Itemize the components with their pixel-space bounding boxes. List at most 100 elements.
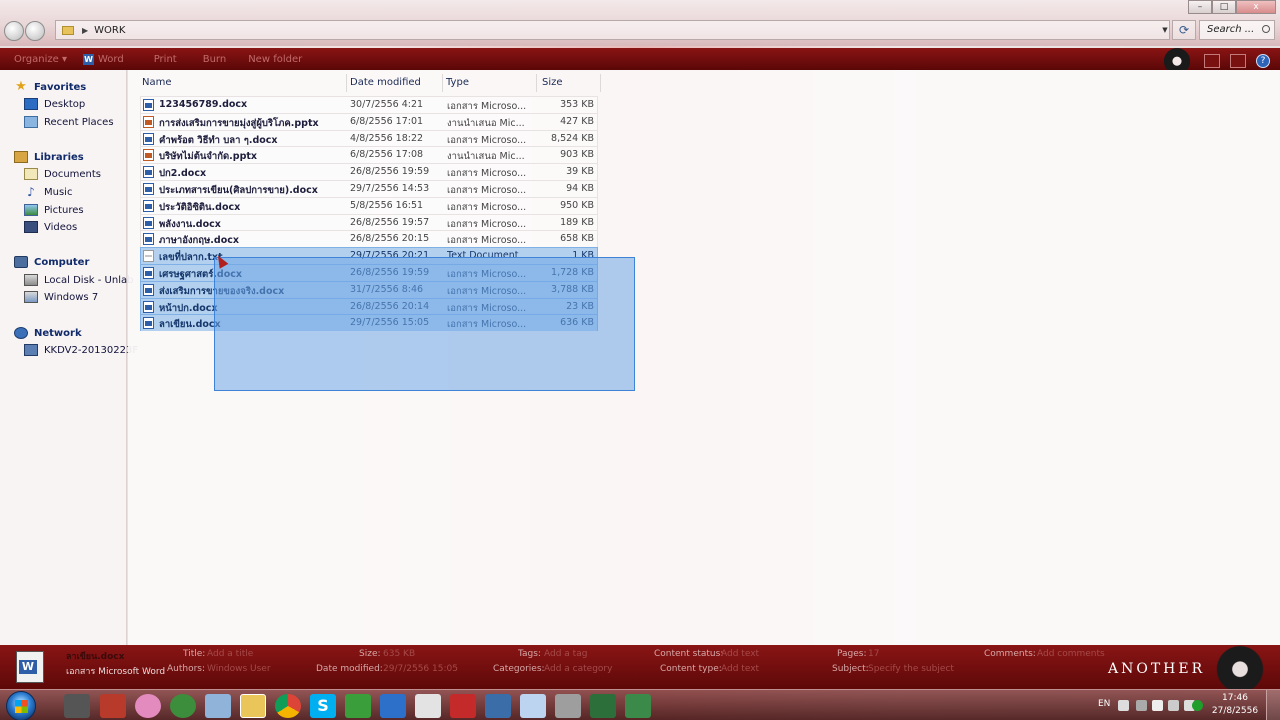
content-type-field[interactable]: Add text [721,664,759,674]
taskbar-app-icon[interactable] [520,694,546,718]
nav-libraries[interactable]: Libraries [14,149,84,165]
burn-button[interactable]: Burn [203,54,226,65]
word-file-icon [143,266,154,279]
theme-branding-text: ANOTHER [1108,661,1206,677]
file-row[interactable]: บริษัทไม่ต้นจำกัด.pptx 6/8/2556 17:08 งานน… [140,146,598,164]
file-name: คำพร้อต วิธีทำ บลา ๆ.docx [159,134,278,146]
column-header-date[interactable]: Date modified [350,77,421,88]
nav-item-pictures[interactable]: Pictures [24,202,84,218]
column-header-size[interactable]: Size [542,77,563,88]
nav-item-desktop[interactable]: Desktop [24,96,85,112]
file-row[interactable]: ประเภทสารเขียน(ศิลปการขาย).docx 29/7/2556… [140,179,598,197]
action-center-icon[interactable] [1152,700,1163,711]
file-row[interactable]: ปก2.docx 26/8/2556 19:59 เอกสาร Microso...… [140,163,598,180]
close-button[interactable]: x [1236,0,1276,14]
taskbar-app-icon[interactable] [100,694,126,718]
nav-item-label: Music [44,186,73,198]
chevron-right-icon[interactable]: ▶ [82,26,88,35]
taskbar-app-icon[interactable] [415,694,441,718]
address-dropdown-button[interactable]: ▼ [1159,20,1171,40]
column-divider[interactable] [346,74,347,92]
nav-item-windows7[interactable]: Windows 7 [24,289,98,305]
system-clock[interactable]: 17:46 27/8/2556 [1207,692,1263,718]
file-list-pane: Name Date modified Type Size 123456789.d… [128,70,1280,645]
column-divider[interactable] [536,74,537,92]
file-name: ปก2.docx [159,168,207,180]
nav-computer[interactable]: Computer [14,254,89,270]
network-tray-icon[interactable] [1168,700,1179,711]
taskbar-app-icon[interactable] [555,694,581,718]
taskbar-app-icon[interactable] [64,694,90,718]
categories-label: Categories: [493,664,545,674]
address-input[interactable]: ▶ WORK [55,20,1170,40]
taskbar-app-icon[interactable] [380,694,406,718]
input-language[interactable]: EN [1098,699,1110,709]
breadcrumb-work[interactable]: WORK [94,25,125,36]
title-field[interactable]: Add a title [207,649,253,659]
maximize-button[interactable]: □ [1212,0,1236,14]
new-folder-button[interactable]: New folder [248,54,302,65]
organize-button[interactable]: Organize ▾ [14,54,67,65]
taskbar-app-icon[interactable] [205,694,231,718]
search-input[interactable]: Search ... [1199,20,1275,40]
show-desktop-button[interactable] [1266,690,1280,720]
nav-favorites[interactable]: ★ Favorites [14,79,86,95]
window-controls: – □ x [1188,0,1276,14]
column-header-type[interactable]: Type [446,77,469,88]
open-with-word-button[interactable]: Word [98,54,124,65]
taskbar-app-icon[interactable] [485,694,511,718]
change-view-button[interactable] [1204,53,1220,68]
taskbar-app-icon[interactable] [625,694,651,718]
file-name: ภาษาอังกฤษ.docx [159,235,239,247]
taskbar-app-icon[interactable] [135,694,161,718]
content-status-field[interactable]: Add text [721,649,759,659]
file-name: การส่งเสริมการขายมุ่งสู่ผู้บริโภค.pptx [159,117,319,129]
refresh-button[interactable]: ⟳ [1172,20,1196,40]
nav-item-videos[interactable]: Videos [24,219,77,235]
taskbar-app-icon[interactable] [450,694,476,718]
nav-item-documents[interactable]: Documents [24,166,101,182]
categories-field[interactable]: Add a category [544,664,612,674]
taskbar-app-icon[interactable] [345,694,371,718]
search-placeholder: Search ... [1207,24,1255,35]
file-row[interactable]: พลังงาน.docx 26/8/2556 19:57 เอกสาร Micros… [140,213,598,231]
preview-pane-button[interactable] [1230,53,1246,68]
comments-field[interactable]: Add comments [1037,649,1105,659]
column-header-name[interactable]: Name [142,77,172,88]
file-row[interactable]: ประวัติอิซิติน.docx 5/8/2556 16:51 เอกสาร … [140,196,598,214]
nav-item-network-pc[interactable]: KKDV2-20130223F [24,342,138,358]
hard-disk-icon [24,274,38,286]
explorer-icon[interactable] [240,694,266,718]
skype-icon[interactable]: S [310,694,336,718]
nav-item-music[interactable]: ♪ Music [24,184,72,200]
minimize-button[interactable]: – [1188,0,1212,14]
tray-app-icon[interactable] [1136,700,1147,711]
taskbar-app-icon[interactable] [170,694,196,718]
help-icon[interactable]: ? [1256,53,1270,68]
start-button[interactable] [6,691,36,720]
chrome-icon[interactable] [275,694,301,718]
file-row[interactable]: ภาษาอังกฤษ.docx 26/8/2556 20:15 เอกสาร Mic… [140,230,598,248]
forward-button[interactable] [25,21,45,41]
column-divider[interactable] [442,74,443,92]
tray-overflow-icon[interactable] [1118,700,1129,711]
file-row[interactable]: 123456789.docx 30/7/2556 4:21 เอกสาร Micro… [140,96,598,113]
nav-item-recent-places[interactable]: Recent Places [24,114,114,130]
back-button[interactable] [4,21,24,41]
subject-field[interactable]: Specify the subject [868,664,954,674]
taskbar-app-icon[interactable] [590,694,616,718]
print-button[interactable]: Print [154,54,177,65]
nav-network-label: Network [34,327,82,339]
security-tray-icon[interactable] [1192,700,1203,711]
nav-network[interactable]: Network [14,325,82,341]
file-type: งานนำเสนอ Mic... [447,151,525,163]
file-row[interactable]: การส่งเสริมการขายมุ่งสู่ผู้บริโภค.pptx 6/… [140,112,598,130]
file-row[interactable]: คำพร้อต วิธีทำ บลา ๆ.docx 4/8/2556 18:22 เ… [140,129,598,147]
file-size: 39 KB [566,166,594,178]
theme-character-image [1207,645,1267,689]
recent-places-icon [24,116,38,128]
authors-field[interactable]: Windows User [207,664,271,674]
nav-item-local-disk[interactable]: Local Disk - Unlab [24,272,133,288]
tags-field[interactable]: Add a tag [544,649,587,659]
column-divider[interactable] [600,74,601,92]
